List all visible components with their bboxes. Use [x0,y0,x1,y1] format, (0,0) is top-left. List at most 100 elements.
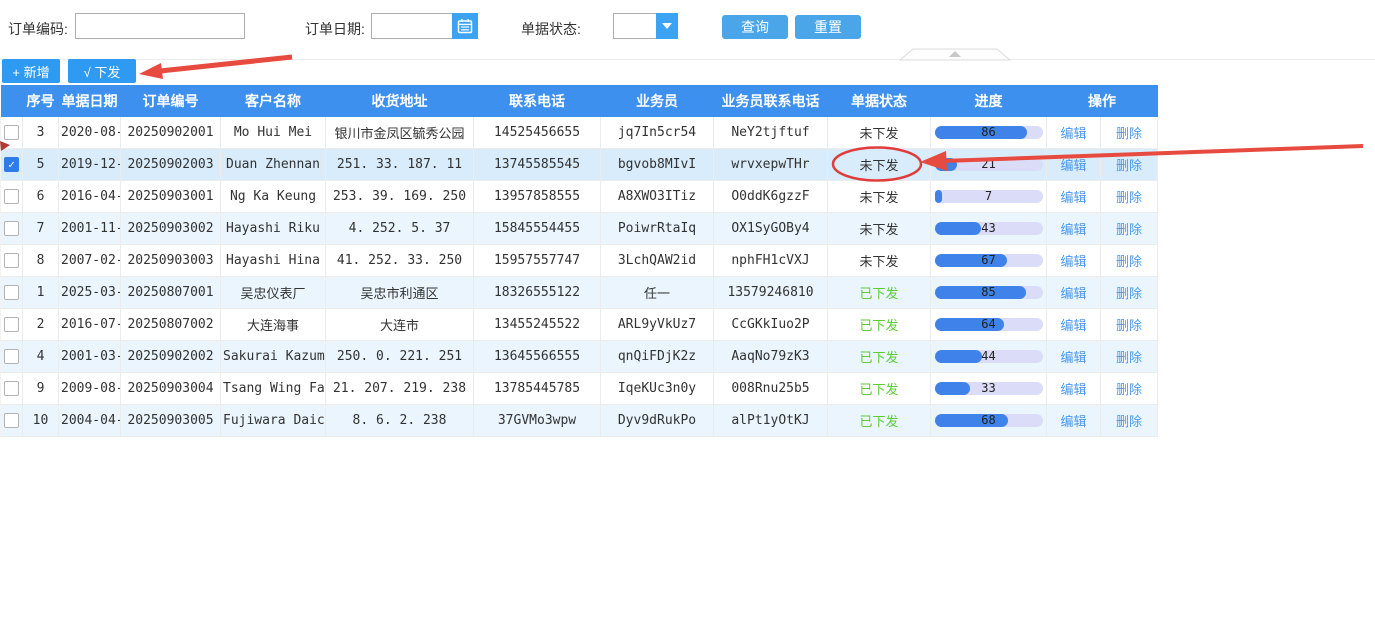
header-salesman-phone: 业务员联系电话 [714,85,828,117]
customer-cell: Sakurai Kazuma [221,341,326,373]
edit-cell: 编辑 [1047,341,1101,373]
delete-cell: 删除 [1101,341,1158,373]
calendar-button[interactable] [452,13,478,39]
salesman-cell: qnQiFDjK2z [601,341,714,373]
order-no-cell: 20250807001 [121,277,221,309]
edit-link[interactable]: 编辑 [1060,159,1086,174]
delete-link[interactable]: 删除 [1116,383,1142,398]
edit-link[interactable]: 编辑 [1060,415,1086,430]
edit-link[interactable]: 编辑 [1060,127,1086,142]
salesman-phone-cell: 008Rnu25b5 [714,373,828,405]
edit-cell: 编辑 [1047,149,1101,181]
header-salesman: 业务员 [601,85,714,117]
row-checkbox[interactable] [4,381,19,396]
checkbox-cell [1,181,23,213]
row-checkbox[interactable] [4,125,19,140]
status-cell: 已下发 [828,341,931,373]
row-checkbox[interactable] [4,285,19,300]
delete-link[interactable]: 删除 [1116,415,1142,430]
dispatch-button[interactable]: √ 下发 [68,59,136,83]
order-no-cell: 20250903002 [121,213,221,245]
progress-bar: 64 [935,318,1043,331]
salesman-phone-cell: NeY2tjftuf [714,117,828,149]
edit-link[interactable]: 编辑 [1060,351,1086,366]
row-checkbox[interactable] [4,413,19,428]
table-row: 82007-02-0620250903003Hayashi Hina41. 25… [1,245,1158,277]
delete-cell: 删除 [1101,405,1158,437]
address-cell: 银川市金凤区毓秀公园 [326,117,474,149]
progress-bar: 68 [935,414,1043,427]
doc-status-dropdown-button[interactable] [656,13,678,39]
progress-bar: 43 [935,222,1043,235]
order-management-page: 订单编码: 订单日期: 单据状态: 查询 重置 + 新增 √ 下发 [0,0,1375,618]
salesman-phone-cell: CcGKkIuo2P [714,309,828,341]
checkbox-cell [1,213,23,245]
delete-cell: 删除 [1101,309,1158,341]
progress-cell: 44 [931,341,1047,373]
delete-link[interactable]: 删除 [1116,287,1142,302]
row-checkbox[interactable] [4,221,19,236]
delete-link[interactable]: 删除 [1116,223,1142,238]
address-cell: 8. 6. 2. 238 [326,405,474,437]
delete-link[interactable]: 删除 [1116,191,1142,206]
phone-cell: 15845554455 [474,213,601,245]
delete-cell: 删除 [1101,149,1158,181]
delete-cell: 删除 [1101,245,1158,277]
phone-cell: 13455245522 [474,309,601,341]
row-checkbox[interactable]: ✓ [4,157,19,172]
edit-cell: 编辑 [1047,309,1101,341]
edit-link[interactable]: 编辑 [1060,255,1086,270]
checkbox-cell [1,277,23,309]
delete-link[interactable]: 删除 [1116,319,1142,334]
row-checkbox[interactable] [4,189,19,204]
reset-button[interactable]: 重置 [795,15,861,39]
phone-cell: 13745585545 [474,149,601,181]
header-progress: 进度 [931,85,1047,117]
progress-cell: 68 [931,405,1047,437]
seq-cell: 4 [23,341,59,373]
edit-cell: 编辑 [1047,277,1101,309]
progress-cell: 7 [931,181,1047,213]
status-cell: 已下发 [828,309,931,341]
delete-link[interactable]: 删除 [1116,255,1142,270]
doc-date-cell: 2007-02-06 [59,245,121,277]
table-row: 62016-04-0320250903001Ng Ka Keung253. 39… [1,181,1158,213]
phone-cell: 13957858555 [474,181,601,213]
phone-cell: 13785445785 [474,373,601,405]
delete-link[interactable]: 删除 [1116,127,1142,142]
edit-link[interactable]: 编辑 [1060,191,1086,206]
phone-cell: 37GVMo3wpw [474,405,601,437]
status-cell: 已下发 [828,373,931,405]
delete-link[interactable]: 删除 [1116,159,1142,174]
customer-cell: Duan Zhennan [221,149,326,181]
progress-bar: 21 [935,158,1043,171]
doc-date-cell: 2025-03-29 [59,277,121,309]
row-checkbox[interactable] [4,349,19,364]
status-cell: 未下发 [828,117,931,149]
phone-cell: 14525456655 [474,117,601,149]
edit-link[interactable]: 编辑 [1060,223,1086,238]
seq-cell: 7 [23,213,59,245]
order-code-input[interactable] [75,13,245,39]
doc-date-cell: 2009-08-27 [59,373,121,405]
edit-link[interactable]: 编辑 [1060,383,1086,398]
salesman-phone-cell: O0ddK6gzzF [714,181,828,213]
add-button[interactable]: + 新增 [2,59,60,83]
delete-cell: 删除 [1101,181,1158,213]
progress-bar: 7 [935,190,1043,203]
row-checkbox[interactable] [4,253,19,268]
order-date-input[interactable] [371,13,453,39]
edit-link[interactable]: 编辑 [1060,319,1086,334]
query-button[interactable]: 查询 [722,15,788,39]
header-doc-date: 单据日期 [59,85,121,117]
progress-bar: 33 [935,382,1043,395]
row-checkbox[interactable] [4,317,19,332]
delete-link[interactable]: 删除 [1116,351,1142,366]
address-cell: 250. 0. 221. 251 [326,341,474,373]
status-cell: 未下发 [828,245,931,277]
delete-cell: 删除 [1101,117,1158,149]
customer-cell: Hayashi Riku [221,213,326,245]
edit-link[interactable]: 编辑 [1060,287,1086,302]
doc-status-select[interactable] [613,13,657,39]
progress-cell: 64 [931,309,1047,341]
